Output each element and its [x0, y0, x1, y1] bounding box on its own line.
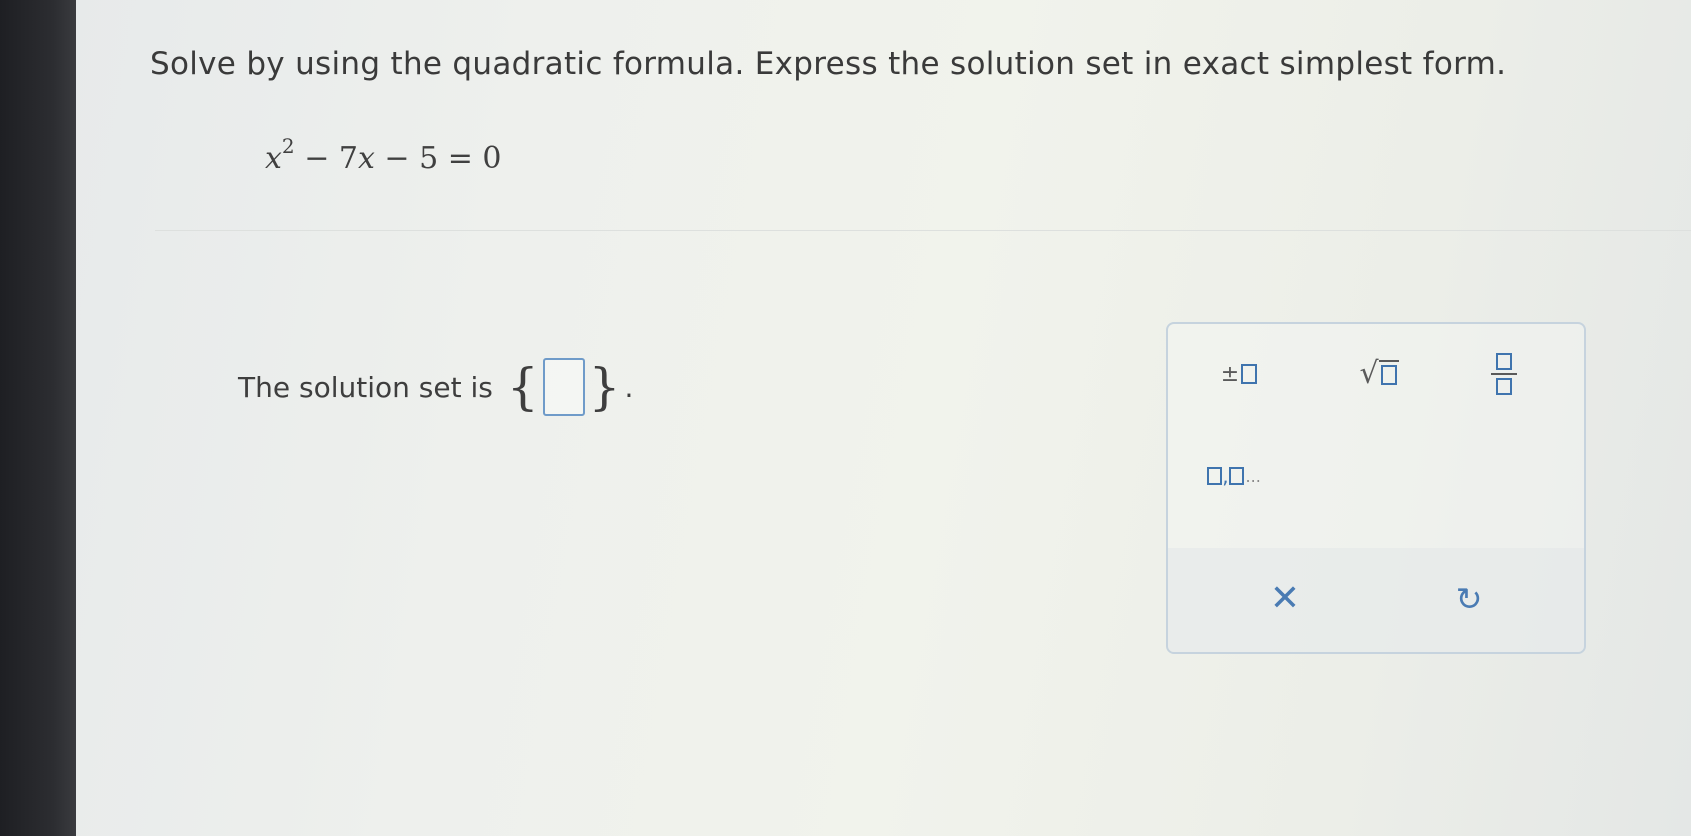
- placeholder-box-icon: [1241, 364, 1258, 384]
- denominator-box-icon: [1496, 378, 1512, 395]
- close-brace: }: [588, 358, 621, 416]
- equation-variable: x: [265, 141, 282, 176]
- list-button[interactable]: , ...: [1192, 456, 1276, 496]
- open-brace: {: [506, 358, 539, 416]
- math-input-palette: ± √ , ... ✕ ↻: [1166, 322, 1586, 654]
- equation-variable-2: x: [357, 141, 375, 176]
- palette-footer: [1168, 548, 1584, 652]
- fraction-button[interactable]: [1478, 344, 1530, 404]
- clear-button[interactable]: ✕: [1260, 574, 1310, 624]
- question-prompt: Solve by using the quadratic formula. Ex…: [150, 46, 1507, 82]
- solution-set-input[interactable]: [542, 358, 585, 416]
- undo-button[interactable]: ↻: [1444, 574, 1494, 624]
- square-root-icon: √: [1359, 356, 1379, 391]
- fraction-icon: [1491, 353, 1517, 395]
- placeholder-box-icon: [1207, 467, 1223, 485]
- numerator-box-icon: [1496, 353, 1512, 370]
- equation-constant-term: − 5 = 0: [374, 141, 502, 176]
- list-dots: ...: [1245, 466, 1261, 486]
- placeholder-box-icon: [1380, 364, 1397, 385]
- quadratic-equation: x2 − 7x − 5 = 0: [265, 134, 502, 176]
- fraction-bar: [1491, 373, 1517, 375]
- placeholder-box-icon: [1228, 467, 1244, 485]
- square-root-button[interactable]: √: [1348, 350, 1410, 398]
- close-icon: ✕: [1269, 578, 1301, 619]
- answer-period: .: [624, 370, 634, 404]
- radicand-box: [1378, 359, 1399, 389]
- equation-middle-term: − 7: [294, 141, 358, 176]
- section-divider: [155, 230, 1691, 231]
- plus-minus-icon: ±: [1220, 361, 1240, 387]
- equation-exponent: 2: [281, 134, 295, 158]
- answer-label: The solution set is: [238, 370, 493, 404]
- screen-bezel: [0, 0, 76, 836]
- undo-icon: ↻: [1455, 580, 1483, 618]
- plus-minus-button[interactable]: ±: [1208, 352, 1270, 396]
- answer-row: The solution set is { } .: [238, 358, 633, 416]
